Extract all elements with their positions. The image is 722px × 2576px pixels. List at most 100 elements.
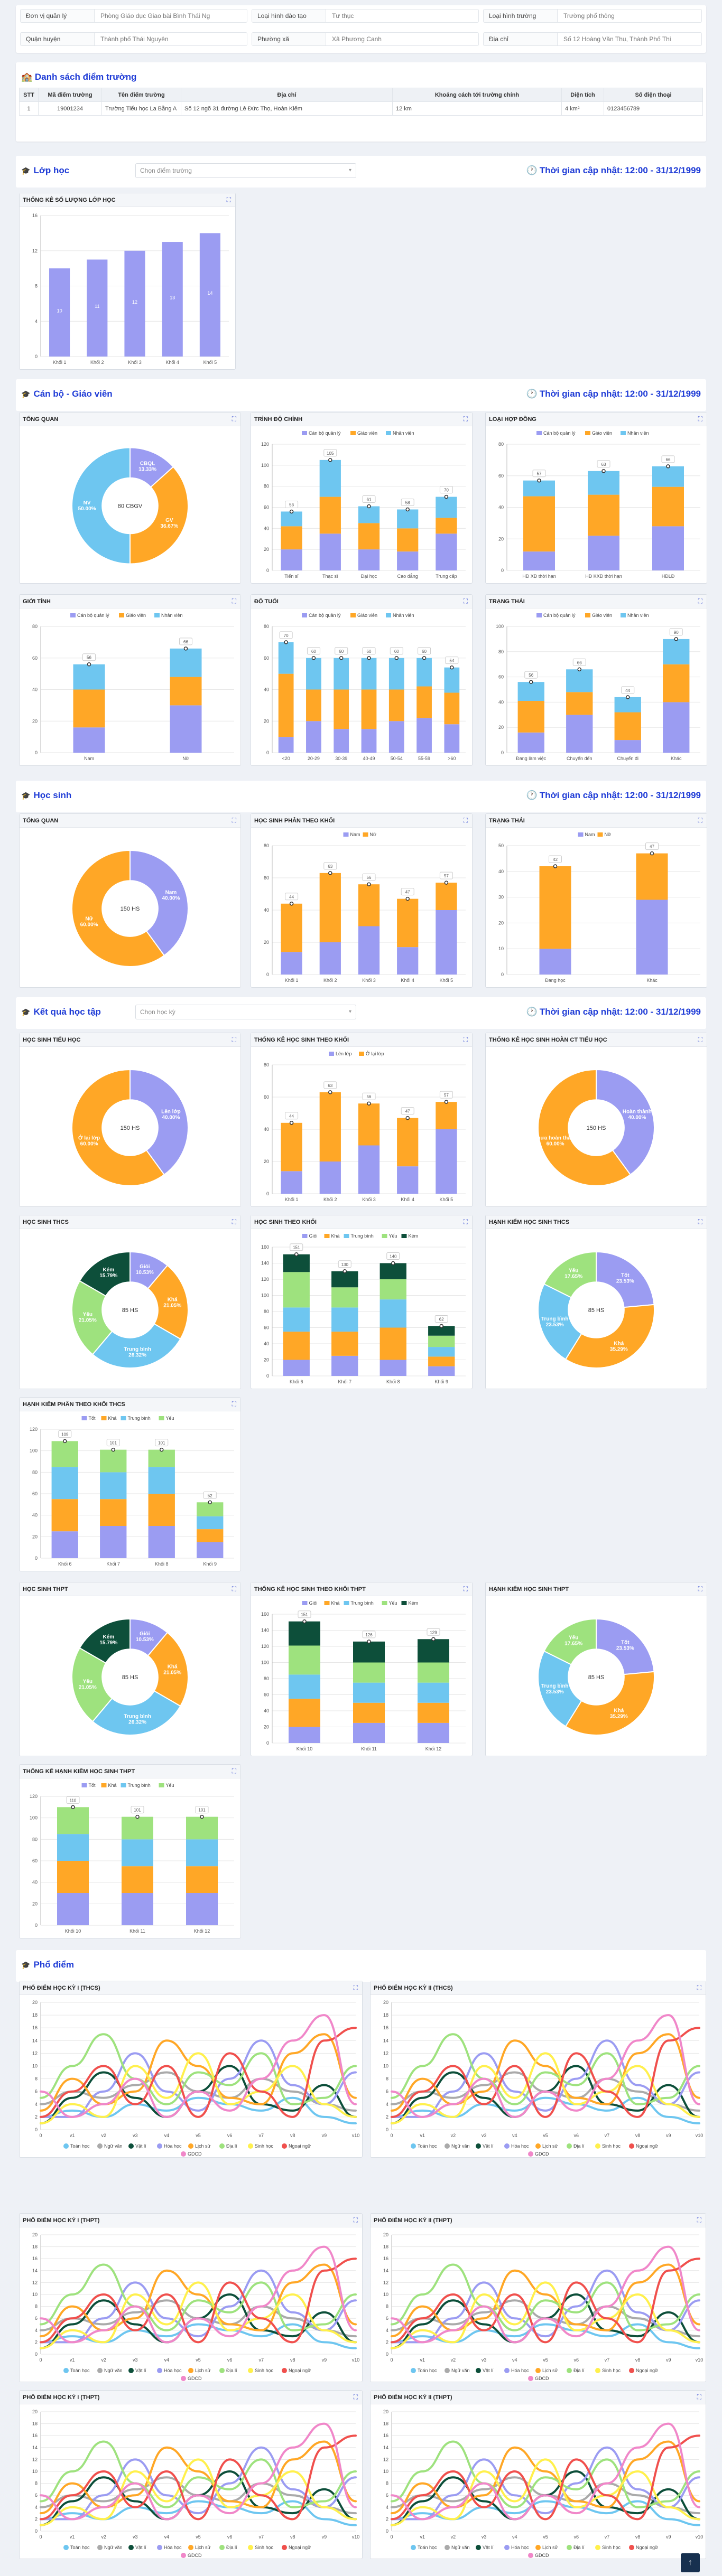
x-tick-label: v5 (196, 2133, 201, 2138)
expand-icon[interactable]: ⛶ (464, 1585, 468, 1593)
tick-label: 10 (32, 2469, 38, 2474)
bar-segment (379, 1279, 406, 1300)
expand-icon[interactable]: ⛶ (698, 1036, 702, 1044)
tick-label: 60 (264, 505, 269, 510)
tick-label: 6 (386, 2089, 388, 2094)
expand-icon[interactable]: ⛶ (698, 1585, 702, 1593)
legend-swatch (585, 613, 590, 617)
expand-icon[interactable]: ⛶ (464, 1218, 468, 1226)
expand-icon[interactable]: ⛶ (232, 597, 236, 605)
expand-icon[interactable]: ⛶ (698, 415, 702, 423)
expand-icon[interactable]: ⛶ (227, 196, 231, 204)
school-list-card: 🏫 Danh sách điểm trường STT Mã điểm trườ… (16, 62, 706, 142)
semester-select[interactable]: Chọn học kỳ ▾ (135, 1005, 356, 1019)
total-label: 90 (674, 630, 679, 635)
legend-label: Nhân viên (627, 613, 649, 618)
total-point (626, 695, 630, 699)
tick-label: 10 (383, 2292, 388, 2297)
expand-icon[interactable]: ⛶ (232, 1767, 236, 1775)
expand-icon[interactable]: ⛶ (354, 1984, 358, 1992)
bar-segment (379, 1327, 406, 1360)
total-label: 101 (134, 1808, 141, 1813)
x-tick-label: v5 (196, 2534, 201, 2540)
chart-header: TRẠNG THÁI ⛶ (486, 595, 707, 608)
expand-icon[interactable]: ⛶ (697, 2216, 701, 2224)
bar-segment (281, 952, 302, 975)
bar-segment (73, 727, 105, 753)
update-label: Thời gian cập nhật: (539, 790, 623, 800)
legend-dot (411, 2545, 416, 2550)
table-row[interactable]: 1 19001234 Trường Tiểu học La Bằng A Số … (19, 101, 703, 116)
chart-title: THỐNG KÊ HẠNH KIỂM HỌC SINH THPT (23, 1768, 135, 1775)
info-label: Phường xã (252, 33, 326, 45)
expand-icon[interactable]: ⛶ (464, 817, 468, 825)
update-time: 🕐 Thời gian cập nhật: 12:00 - 31/12/1999 (526, 790, 701, 801)
expand-icon[interactable]: ⛶ (232, 415, 236, 423)
legend-swatch (597, 832, 603, 837)
chart-svg: 0 20 40 60 80 100 56 Đang làm việc 66 Chuyển đến 4… (496, 613, 700, 761)
tick-label: 16 (32, 213, 38, 218)
x-tick-label: v7 (258, 2357, 264, 2363)
legend-swatch (344, 1234, 349, 1238)
tick-label: 20 (498, 920, 504, 925)
expand-icon[interactable]: ⛶ (698, 1218, 702, 1226)
graduation-cap-icon: 🎓 (21, 1008, 31, 1016)
arrow-up-icon: ↑ (688, 2558, 692, 2567)
chart-card-cb_dotuoi: ĐỘ TUỔI ⛶ 0 20 40 60 80 70 <20 60 20-29 60 30-39 60 40… (251, 594, 473, 766)
legend-label: Địa lí (226, 2545, 237, 2550)
expand-icon[interactable]: ⛶ (464, 415, 468, 423)
bar-segment (523, 551, 555, 570)
expand-icon[interactable]: ⛶ (698, 817, 702, 825)
chart-card-kq_thcs_khoi: HỌC SINH THEO KHỐI ⛶ 0 20 40 60 80 100 120 140 160… (251, 1215, 473, 1389)
total-label: 60 (394, 649, 399, 654)
tick-label: 80 (498, 442, 504, 447)
tick-label: 2 (35, 2339, 38, 2345)
tick-label: 80 (264, 484, 269, 489)
expand-icon[interactable]: ⛶ (354, 2393, 358, 2401)
expand-icon[interactable]: ⛶ (232, 1218, 236, 1226)
expand-icon[interactable]: ⛶ (698, 597, 702, 605)
info-field-district: Quận huyện Thành phố Thái Nguyên (20, 32, 247, 46)
cell-address: Số 12 ngõ 31 đường Lê Đức Thọ, Hoàn Kiếm (181, 101, 393, 116)
expand-icon[interactable]: ⛶ (697, 2393, 701, 2401)
x-tick-label: v1 (70, 2357, 75, 2363)
legend-swatch (121, 1783, 126, 1787)
chart-title: THỐNG KÊ SỐ LƯỢNG LỚP HỌC (23, 197, 116, 203)
total-label: 101 (110, 1441, 117, 1446)
tick-label: 18 (383, 2244, 388, 2250)
expand-icon[interactable]: ⛶ (232, 1036, 236, 1044)
chart-header: LOẠI HỢP ĐỒNG ⛶ (486, 413, 707, 426)
x-tick-label: v8 (290, 2133, 295, 2138)
bar-segment (436, 910, 457, 975)
legend-dot (219, 2143, 225, 2149)
bar-segment (186, 1816, 218, 1840)
legend-dot (188, 2143, 193, 2149)
expand-icon[interactable]: ⛶ (232, 1400, 236, 1408)
update-value: 12:00 - 31/12/1999 (625, 1007, 701, 1017)
expand-icon[interactable]: ⛶ (464, 1036, 468, 1044)
legend-label: Ngoại ngữ (636, 2545, 658, 2550)
legend-label: Nữ (370, 832, 377, 837)
category-label: Khối 5 (440, 978, 453, 983)
expand-icon[interactable]: ⛶ (464, 597, 468, 605)
expand-icon[interactable]: ⛶ (232, 1585, 236, 1593)
bar-segment (652, 526, 684, 570)
update-label: Thời gian cập nhật: (539, 1007, 623, 1017)
section-hoc-sinh: 🎓 Học sinh 🕐 Thời gian cập nhật: 12:00 - 31… (16, 781, 706, 812)
bar-segment (436, 1129, 457, 1194)
slice-label: Khá (614, 1341, 624, 1347)
total-label: 70 (444, 488, 449, 493)
chart-svg: Giỏi10.53%Khá21.05%Trung bình26.32%Yếu21… (71, 1618, 189, 1736)
legend-dot (157, 2545, 162, 2550)
expand-icon[interactable]: ⛶ (697, 1984, 701, 1992)
expand-icon[interactable]: ⛶ (354, 2216, 358, 2224)
slice-label: 35.29% (610, 1714, 628, 1720)
tick-label: 4 (35, 2102, 38, 2107)
total-label: 56 (87, 655, 91, 660)
school-point-select[interactable]: Chọn điểm trường ▾ (135, 163, 356, 178)
chart-svg: Nam40.00% Nữ60.00% 150 HS (71, 849, 189, 967)
scroll-top-button[interactable]: ↑ (681, 2553, 700, 2572)
tick-label: 100 (261, 463, 269, 468)
expand-icon[interactable]: ⛶ (232, 817, 236, 825)
legend-swatch (536, 431, 542, 435)
